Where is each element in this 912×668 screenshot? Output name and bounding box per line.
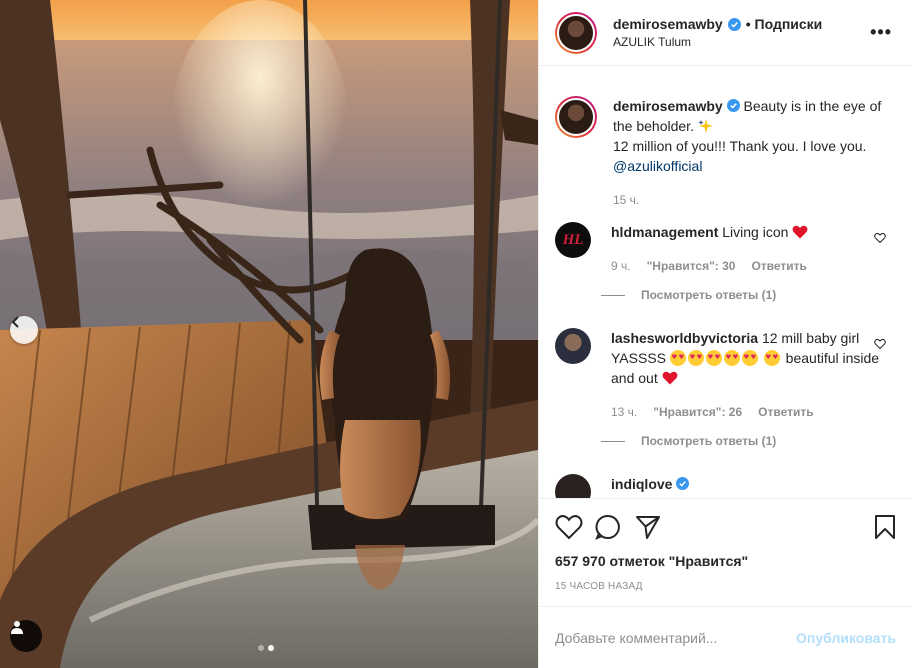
carousel-indicator (258, 645, 274, 651)
commenter-avatar[interactable] (555, 474, 591, 498)
paper-plane-icon (636, 516, 660, 539)
comment-item: indiqlove (555, 474, 896, 498)
comment-button[interactable] (595, 507, 635, 547)
view-replies-button[interactable]: Посмотреть ответы (1) (601, 288, 896, 302)
post-panel: demirosemawby • Подписки AZULIK Tulum ••… (538, 0, 912, 668)
following-button[interactable]: • Подписки (746, 16, 823, 32)
more-options-icon[interactable]: ••• (866, 22, 896, 43)
share-button[interactable] (635, 507, 675, 547)
view-replies-label: Посмотреть ответы (1) (641, 288, 777, 302)
tagged-users-button[interactable] (10, 620, 42, 652)
heart-eyes-emoji-icon (687, 350, 704, 366)
add-comment-form: Опубликовать (539, 606, 912, 668)
photo-sunset-swing (0, 0, 538, 668)
view-replies-button[interactable]: Посмотреть ответы (1) (601, 434, 896, 448)
caption-author-avatar[interactable] (555, 96, 597, 138)
comment-text: Living icon (722, 224, 789, 240)
comment-likes[interactable]: "Нравится": 30 (647, 256, 736, 276)
previous-photo-button[interactable] (10, 316, 38, 344)
save-button[interactable] (856, 507, 896, 547)
post-actions: 657 970 отметок "Нравится" 15 часов наза… (539, 498, 912, 602)
verified-badge-icon (726, 99, 740, 112)
post-location[interactable]: AZULIK Tulum (613, 35, 866, 49)
comment-reply-button[interactable]: Ответить (758, 402, 813, 422)
verified-badge-icon (676, 477, 690, 490)
heart-icon (555, 515, 583, 540)
caption-text-2: 12 million of you!!! Thank you. I love y… (613, 138, 867, 154)
view-replies-label: Посмотреть ответы (1) (641, 434, 777, 448)
comment-input[interactable] (555, 629, 797, 646)
likes-count[interactable]: 657 970 отметок "Нравится" (555, 553, 896, 569)
comment-reply-button[interactable]: Ответить (751, 256, 806, 276)
heart-eyes-emoji-icon (763, 350, 780, 366)
red-heart-emoji-icon (662, 371, 678, 385)
heart-eyes-emoji-icon (723, 350, 740, 366)
comment-time[interactable]: 9 ч. (611, 256, 631, 276)
heart-eyes-emoji-icon (705, 350, 722, 366)
heart-eyes-emoji-icon (669, 350, 686, 366)
post-header: demirosemawby • Подписки AZULIK Tulum ••… (539, 0, 912, 66)
comment-likes[interactable]: "Нравится": 26 (653, 402, 742, 422)
comment-time[interactable]: 13 ч. (611, 402, 637, 422)
publish-button[interactable]: Опубликовать (796, 630, 896, 646)
carousel-dot (258, 645, 264, 651)
carousel-dot-active (268, 645, 274, 651)
caption-username[interactable]: demirosemawby (613, 98, 723, 114)
commenter-avatar[interactable] (555, 328, 591, 364)
comment-item: HL hldmanagement Living icon 9 ч. "Нрави… (555, 222, 896, 276)
sparkle-emoji-icon (698, 119, 713, 133)
chevron-left-icon (11, 316, 19, 328)
like-button[interactable] (555, 507, 595, 547)
comment-item: lashesworldbyvictoria 12 mill baby girl … (555, 328, 896, 422)
commenter-username[interactable]: lashesworldbyvictoria (611, 330, 758, 346)
comments-list[interactable]: demirosemawby Beauty is in the eye of th… (539, 66, 912, 498)
user-icon (11, 621, 23, 634)
post-photo[interactable] (0, 0, 538, 668)
comment-bubble-icon (595, 514, 620, 540)
verified-badge-icon (727, 17, 741, 31)
red-heart-emoji-icon (792, 225, 808, 239)
caption-time[interactable]: 15 ч. (613, 190, 639, 210)
commenter-username[interactable]: hldmanagement (611, 224, 718, 240)
heart-eyes-emoji-icon (741, 350, 758, 366)
caption-mention-link[interactable]: @azulikofficial (613, 158, 702, 174)
commenter-avatar[interactable]: HL (555, 222, 591, 258)
like-comment-icon[interactable] (874, 338, 886, 350)
author-avatar[interactable] (555, 11, 597, 54)
like-comment-icon[interactable] (874, 232, 886, 244)
post-caption: demirosemawby Beauty is in the eye of th… (555, 96, 896, 210)
commenter-username[interactable]: indiqlove (611, 476, 672, 492)
author-username[interactable]: demirosemawby (613, 16, 723, 32)
post-timestamp[interactable]: 15 часов назад (555, 581, 896, 592)
bookmark-icon (875, 515, 895, 539)
